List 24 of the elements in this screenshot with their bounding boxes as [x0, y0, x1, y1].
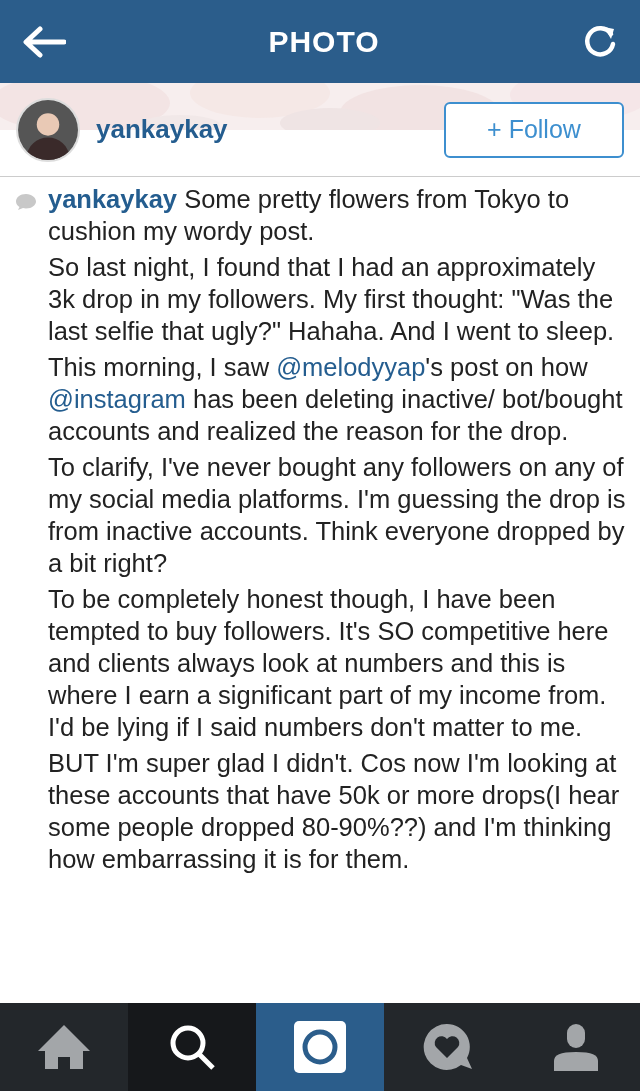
- search-icon: [168, 1023, 216, 1071]
- mention-link[interactable]: @melodyyap: [276, 353, 426, 381]
- caption-paragraph: To be completely honest though, I have been tempted to buy followers. It's SO competitive here and clients always look at numbers and this is where I earn a significant part of my income from. I'd be lying if I said numbers don't matter to me.: [48, 584, 610, 743]
- page-title: PHOTO: [268, 24, 380, 60]
- mention-link[interactable]: @instagram: [48, 385, 186, 413]
- back-arrow-icon: [22, 25, 66, 58]
- refresh-button[interactable]: [582, 23, 618, 60]
- caption-paragraph: BUT I'm super glad I didn't. Cos now I'm looking at these accounts that have 50k or more drops(I hear some people dropped 80-90%??) and I'm thinking how embarrassing it is for them.: [48, 748, 621, 875]
- caption-paragraph: To clarify, I've never bought any followers on any of my social media platforms. I'm guessing the drop is from inactive accounts. Think everyone dropped by a bit right?: [48, 452, 626, 579]
- camera-tab[interactable]: [256, 1003, 384, 1091]
- back-button[interactable]: [22, 25, 66, 58]
- home-icon: [36, 1023, 92, 1071]
- heart-bubble-icon: [422, 1022, 474, 1072]
- camera-icon: [294, 1021, 346, 1073]
- search-tab[interactable]: [128, 1003, 256, 1091]
- caption-paragraph: yankaykay Some pretty flowers from Tokyo to cushion my wordy post.: [48, 184, 571, 247]
- follow-button[interactable]: + Follow: [444, 101, 624, 158]
- caption-paragraph: This morning, I saw @melodyyap's post on how @instagram has been deleting inactive/ bot/bought accounts and realized the reason for the drop.: [48, 352, 624, 447]
- username-link[interactable]: yankaykay: [96, 110, 228, 149]
- comment-icon: [14, 193, 38, 211]
- refresh-icon: [582, 23, 618, 60]
- username-link[interactable]: yankaykay: [48, 185, 178, 213]
- profile-icon: [554, 1023, 598, 1071]
- caption-paragraph: So last night, I found that I had an approximately 3k drop in my followers. My first thought: "Was the last selfie that ugly?" Hahaha. And I went to sleep.: [48, 252, 616, 347]
